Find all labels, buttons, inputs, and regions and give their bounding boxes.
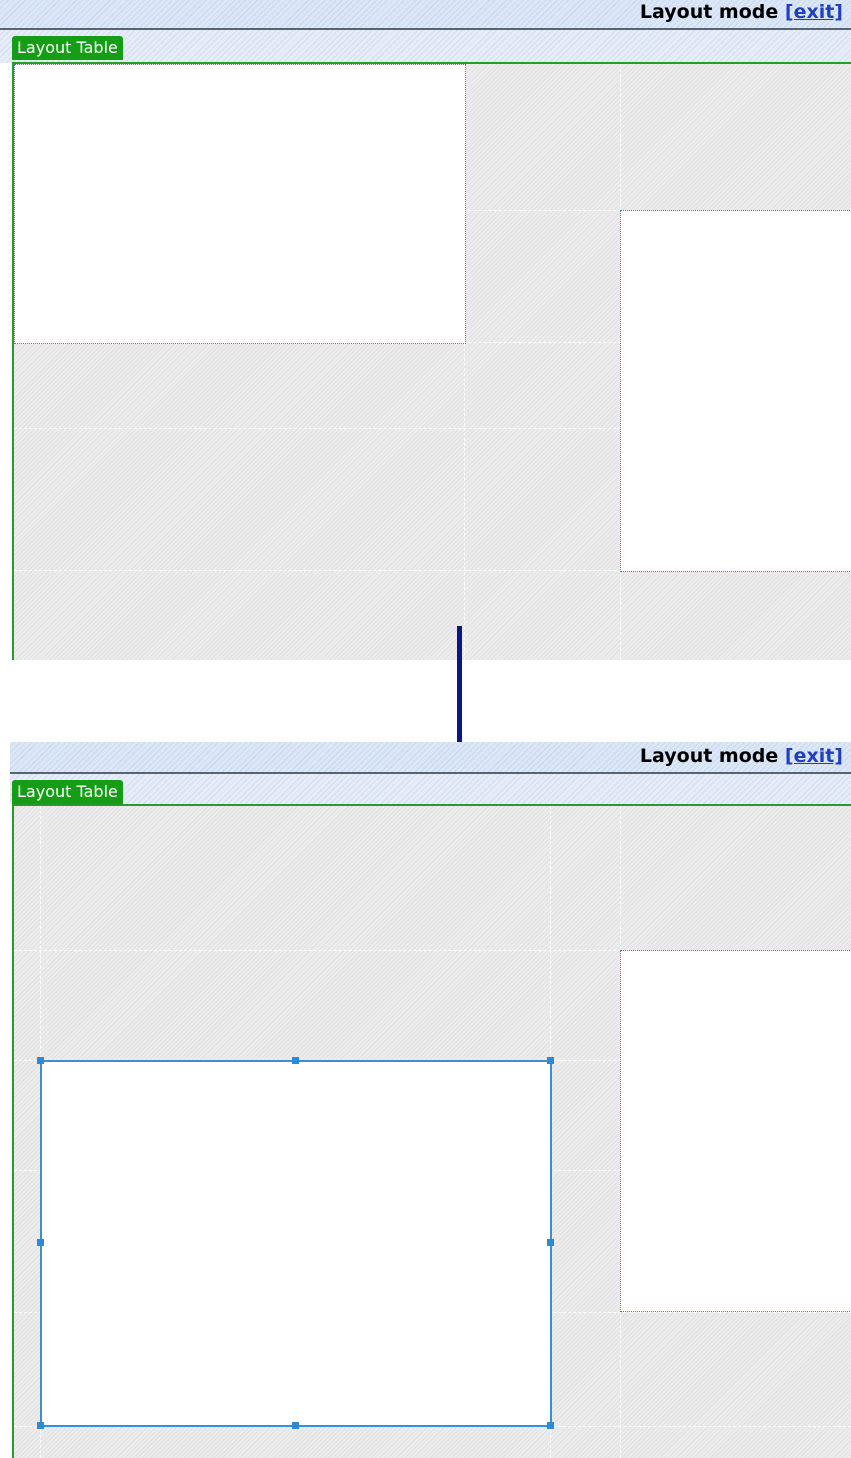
resize-handle-left[interactable]	[37, 1239, 44, 1246]
resize-handle-right[interactable]	[547, 1239, 554, 1246]
layout-mode-bar: Layout mode [exit]	[0, 0, 851, 30]
layout-mode-indicator: Layout mode [exit]	[640, 745, 843, 767]
layout-cell[interactable]	[620, 950, 851, 1312]
layout-mode-bar: Layout mode [exit]	[10, 742, 851, 774]
resize-handle-top-right[interactable]	[547, 1057, 554, 1064]
before-screenshot: Layout mode [exit] Layout Table	[0, 0, 851, 660]
resize-handle-top[interactable]	[292, 1057, 299, 1064]
layout-table[interactable]	[12, 804, 851, 1458]
after-screenshot: Layout mode [exit] Layout Table	[0, 742, 851, 1458]
selected-layout-cell[interactable]	[40, 1060, 552, 1427]
layout-mode-label: Layout mode	[639, 745, 779, 767]
resize-handle-bottom-right[interactable]	[547, 1422, 554, 1429]
resize-handle-bottom[interactable]	[292, 1422, 299, 1429]
resize-handle-top-left[interactable]	[37, 1057, 44, 1064]
layout-table-tab[interactable]: Layout Table	[12, 780, 123, 804]
layout-table[interactable]	[12, 62, 851, 660]
exit-layout-mode-link[interactable]: [exit]	[785, 1, 843, 23]
layout-mode-label: Layout mode	[639, 1, 779, 23]
layout-table-tab-strip: Layout Table	[10, 774, 851, 804]
layout-cell[interactable]	[620, 210, 851, 572]
layout-table-tab-strip: Layout Table	[0, 30, 851, 63]
layout-cell[interactable]	[14, 64, 466, 344]
layout-table-tab[interactable]: Layout Table	[12, 36, 123, 60]
exit-layout-mode-link[interactable]: [exit]	[785, 745, 843, 767]
resize-handle-bottom-left[interactable]	[37, 1422, 44, 1429]
layout-mode-indicator: Layout mode [exit]	[640, 1, 843, 23]
